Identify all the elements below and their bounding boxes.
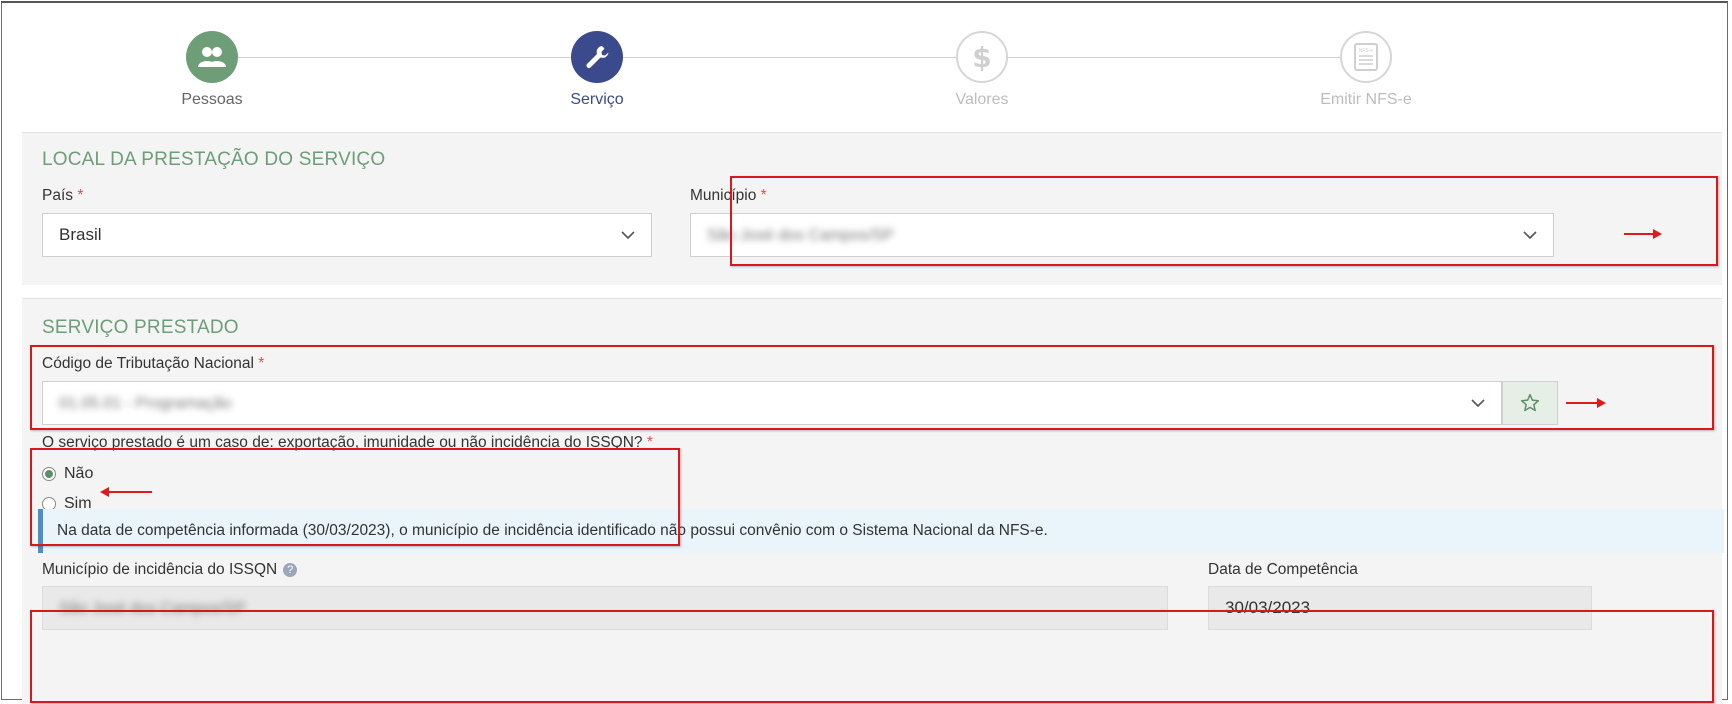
data-competencia-label: Data de Competência [1208,561,1358,578]
annotation-box-incidencia [30,610,1714,703]
help-icon[interactable]: ? [283,563,298,577]
annotation-arrow [1624,229,1662,239]
chevron-down-icon[interactable] [615,222,641,248]
step-servico[interactable]: Serviço [497,31,697,109]
section-title: LOCAL DA PRESTAÇÃO DO SERVIÇO [42,149,386,170]
step-label: Pessoas [181,91,243,108]
document-nfse-icon: NFS-e [1340,31,1392,83]
pais-label: País * [42,187,84,204]
svg-text:NFS-e: NFS-e [1359,48,1374,54]
annotation-arrow [100,487,152,497]
section-title: SERVIÇO PRESTADO [42,317,239,338]
step-emitir-nfse[interactable]: NFS-e Emitir NFS-e [1266,31,1466,109]
incidencia-label: Município de incidência do ISSQN? [42,561,298,579]
pais-value: Brasil [59,225,102,244]
dollar-icon: $ [956,31,1008,83]
step-label: Emitir NFS-e [1320,91,1412,108]
wizard-stepper: Pessoas Serviço $ Valores NFS-e Emitir N… [0,0,1732,130]
step-label: Valores [955,91,1009,108]
annotation-box-codigo [30,345,1714,430]
users-icon [186,31,238,83]
annotation-box-municipio [730,176,1718,266]
annotation-box-isencao [30,448,680,546]
step-valores[interactable]: $ Valores [882,31,1082,109]
annotation-arrow [1566,398,1606,408]
stepper-line [212,57,1366,58]
pais-select[interactable]: Brasil [42,213,652,257]
wrench-icon [571,31,623,83]
step-pessoas[interactable]: Pessoas [112,31,312,109]
step-label: Serviço [570,91,624,108]
